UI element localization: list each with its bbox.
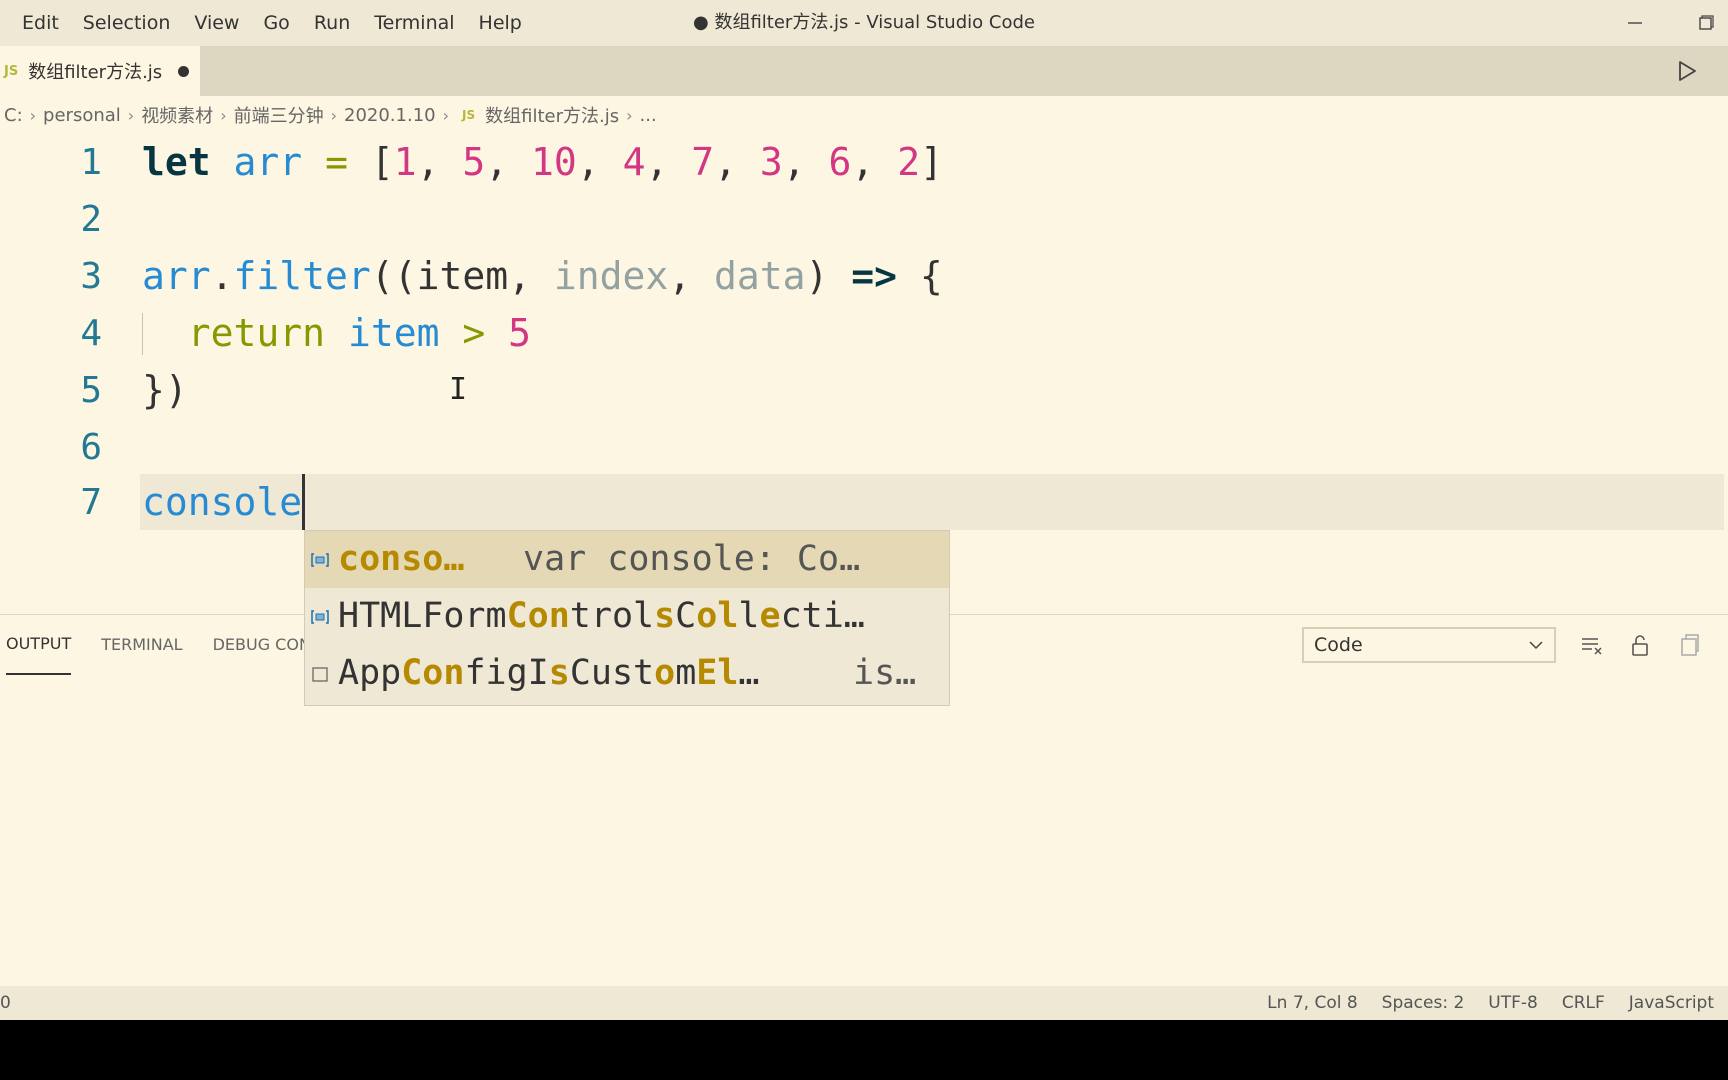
tab-file[interactable]: JS 数组filter方法.js (0, 46, 200, 96)
code-line[interactable]: 5 }) (0, 362, 1728, 419)
menu-selection[interactable]: Selection (71, 0, 183, 46)
clear-output-icon (1582, 638, 1602, 655)
breadcrumb-item[interactable]: 视频素材 (137, 102, 217, 128)
menu-edit[interactable]: Edit (10, 0, 71, 46)
maximize-button[interactable] (1682, 0, 1728, 46)
chevron-right-icon: › (127, 105, 135, 125)
chevron-right-icon: › (220, 105, 227, 125)
suggestion-label: AppConfigIsCustomEl… (338, 653, 760, 693)
line-number: 5 (80, 370, 102, 411)
play-icon (1679, 61, 1696, 81)
breadcrumb-file[interactable]: 数组filter方法.js (481, 102, 623, 128)
lock-scroll-button[interactable] (1626, 631, 1654, 659)
status-eol[interactable]: CRLF (1562, 986, 1605, 1020)
code-text[interactable]: let arr = [1, 5, 10, 4, 7, 3, 6, 2] (142, 134, 943, 191)
status-problems[interactable]: 0 (0, 986, 11, 1020)
tab-label: 数组filter方法.js (28, 62, 163, 83)
breadcrumb-item[interactable]: C: (0, 105, 27, 126)
tab-output[interactable]: OUTPUT (6, 615, 72, 675)
unsaved-dot-icon[interactable] (178, 65, 190, 77)
suggestion-item[interactable]: HTMLFormControlsCollecti… (305, 588, 949, 645)
menu-view[interactable]: View (182, 0, 251, 46)
run-file-button[interactable] (1672, 56, 1702, 86)
line-number: 1 (80, 142, 102, 183)
chevron-right-icon: › (330, 105, 337, 125)
status-language[interactable]: JavaScript (1629, 986, 1714, 1020)
breadcrumb-item[interactable]: personal (39, 105, 125, 126)
js-file-icon: JS (462, 108, 476, 122)
breadcrumb-item[interactable]: 前端三分钟 (230, 102, 328, 128)
suggestion-label: conso… (338, 539, 465, 579)
code-line[interactable]: 7 console (0, 474, 1728, 531)
clear-output-button[interactable] (1578, 631, 1606, 659)
js-file-icon: JS (4, 63, 19, 79)
mouse-ibeam-icon: I (449, 372, 468, 407)
chevron-right-icon: › (626, 105, 633, 125)
open-log-button[interactable] (1676, 631, 1704, 659)
maximize-icon (1699, 15, 1714, 30)
chevron-down-icon (1528, 629, 1544, 671)
suggest-widget: conso… var console: Co… HTMLFormControls… (304, 530, 950, 706)
line-number: 4 (80, 313, 102, 354)
suggestion-item[interactable]: AppConfigIsCustomEl… is… (305, 645, 949, 702)
output-channel-select[interactable]: Code (1302, 627, 1556, 663)
suggestion-item[interactable]: conso… var console: Co… (305, 531, 949, 588)
code-line[interactable]: 3 arr.filter((item, index, data) => { (0, 248, 1728, 305)
code-text[interactable]: return item > 5 (142, 305, 531, 362)
code-text[interactable]: arr.filter((item, index, data) => { (142, 248, 943, 305)
panel-tabs: OUTPUT TERMINAL DEBUG CONS (0, 615, 345, 675)
variable-icon (309, 608, 331, 626)
tab-terminal[interactable]: TERMINAL (101, 615, 182, 675)
menu-bar: Edit Selection View Go Run Terminal Help (0, 0, 534, 46)
code-line[interactable]: 6 (0, 419, 1728, 476)
breadcrumb-symbols[interactable]: ... (636, 105, 661, 126)
breadcrumb: C: › personal › 视频素材 › 前端三分钟 › 2020.1.10… (0, 96, 1728, 134)
code-text[interactable]: }) (142, 362, 188, 419)
code-text[interactable]: console (142, 474, 302, 531)
title-bar: Edit Selection View Go Run Terminal Help… (0, 0, 1728, 46)
suggestion-label: HTMLFormControlsCollecti… (338, 596, 865, 636)
line-number: 7 (80, 482, 102, 523)
line-number: 3 (80, 256, 102, 297)
status-encoding[interactable]: UTF-8 (1488, 986, 1538, 1020)
menu-go[interactable]: Go (251, 0, 301, 46)
line-number: 2 (80, 199, 102, 240)
minimize-icon (1628, 22, 1642, 24)
vscode-window: Edit Selection View Go Run Terminal Help… (0, 0, 1728, 1020)
unlock-icon (1632, 635, 1648, 656)
text-caret (302, 474, 305, 530)
chevron-right-icon: › (29, 105, 37, 125)
status-right: Ln 7, Col 8 Spaces: 2 UTF-8 CRLF JavaScr… (1243, 986, 1714, 1020)
code-line[interactable]: 4 return item > 5 (0, 305, 1728, 362)
variable-icon (309, 551, 331, 569)
code-line[interactable]: 1 let arr = [1, 5, 10, 4, 7, 3, 6, 2] (0, 134, 1728, 191)
status-indentation[interactable]: Spaces: 2 (1382, 986, 1465, 1020)
status-bar: 0 Ln 7, Col 8 Spaces: 2 UTF-8 CRLF JavaS… (0, 986, 1728, 1020)
menu-help[interactable]: Help (467, 0, 534, 46)
menu-terminal[interactable]: Terminal (362, 0, 466, 46)
line-number: 6 (80, 427, 102, 468)
minimize-button[interactable] (1612, 0, 1658, 46)
open-file-icon (1681, 634, 1699, 656)
suggestion-detail: is… (853, 653, 917, 693)
output-channel-value: Code (1314, 634, 1363, 656)
code-line[interactable]: 2 (0, 191, 1728, 248)
chevron-right-icon: › (442, 105, 450, 125)
suggestion-detail: var console: Co… (523, 539, 861, 579)
status-cursor-position[interactable]: Ln 7, Col 8 (1267, 986, 1358, 1020)
property-icon (309, 665, 331, 683)
breadcrumb-item[interactable]: 2020.1.10 (340, 105, 440, 126)
menu-run[interactable]: Run (302, 0, 362, 46)
editor-tabs: JS 数组filter方法.js (0, 46, 1728, 96)
